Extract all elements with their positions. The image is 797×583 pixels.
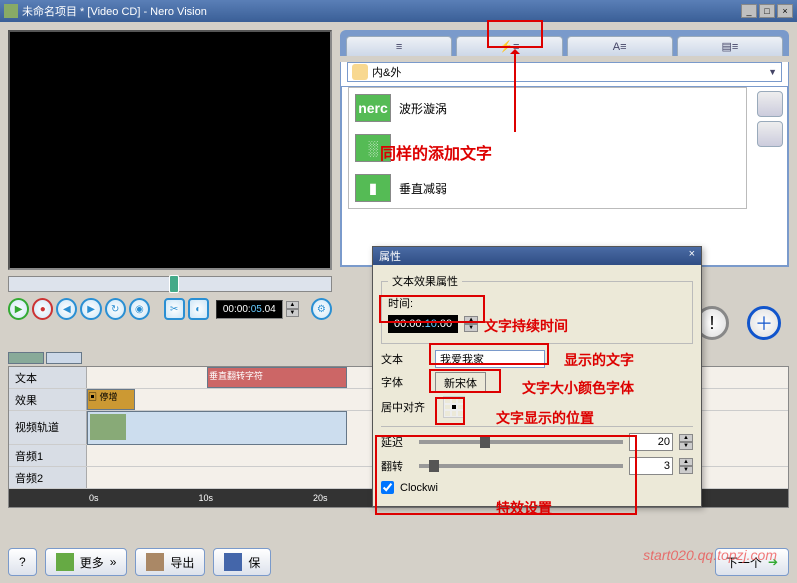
effect-item[interactable]: ▮ 垂直减弱 — [349, 168, 746, 208]
chevron-down-icon: ▼ — [768, 67, 777, 77]
dropdown-label: 内&外 — [372, 64, 401, 80]
minimize-button[interactable]: _ — [741, 4, 757, 18]
effect-item[interactable]: nerc 波形漩涡 — [349, 88, 746, 128]
effects-tabbar: ≡ ⚡≡ A≡ ▤≡ — [340, 30, 789, 56]
tab-text-fx[interactable]: A≡ — [567, 36, 673, 56]
effect-thumb: nerc — [355, 94, 391, 122]
loop-button[interactable]: ↻ — [105, 298, 126, 320]
text-field-label: 文本 — [381, 351, 429, 367]
properties-titlebar[interactable]: 属性 × — [373, 247, 701, 265]
effects-category-dropdown[interactable]: 内&外 ▼ — [347, 62, 782, 82]
annotation-box — [429, 343, 549, 365]
prev-button[interactable]: ◀ — [56, 298, 77, 320]
more-button[interactable]: 更多 » — [45, 548, 128, 576]
font-field-label: 字体 — [381, 374, 429, 390]
effect-label: 波形漩涡 — [399, 100, 447, 117]
tab-transitions[interactable]: ≡ — [346, 36, 452, 56]
watermark: start020.qq.topzj.com — [643, 547, 777, 563]
annotation-text: 文字持续时间 — [484, 316, 568, 336]
add-button[interactable]: ＋ — [747, 306, 781, 340]
effects-list: nerc 波形漩涡 ░ ▮ 垂直减弱 — [341, 86, 788, 266]
tab-templates[interactable]: ▤≡ — [677, 36, 783, 56]
side-btn-2[interactable] — [757, 121, 783, 147]
annotation-box — [379, 295, 485, 323]
video-preview — [8, 30, 332, 270]
play-button[interactable]: ▶ — [8, 298, 29, 320]
fx-clip[interactable]: ▣ 停增 — [87, 389, 135, 410]
marker-button[interactable]: ◐ — [188, 298, 209, 320]
properties-close-button[interactable]: × — [689, 248, 695, 264]
preview-panel: ▶ ● ◀ ▶ ↻ ◉ ✂ ◐ 00:00:05.04 ▲▼ ⚙ — [0, 22, 340, 352]
annotation-arrow — [514, 52, 516, 132]
timeline-tab-1[interactable] — [8, 352, 44, 364]
next-button[interactable]: ▶ — [80, 298, 101, 320]
annotation-box — [435, 397, 465, 425]
annotation-box — [429, 369, 501, 393]
annotation-text: 文字大小颜色字体 — [522, 378, 634, 398]
settings-button[interactable]: ⚙ — [311, 298, 332, 320]
film-icon — [146, 553, 164, 571]
effect-thumb: ▮ — [355, 174, 391, 202]
export-button[interactable]: 导出 — [135, 548, 205, 576]
annotation-text: 文字显示的位置 — [496, 408, 594, 428]
properties-title: 属性 — [379, 248, 401, 264]
properties-panel: 属性 × 文本效果属性 时间: 00:00:10.00 ▲▼ 文本 字体 新宋体… — [372, 246, 702, 507]
picture-icon — [56, 553, 74, 571]
effect-label: 垂直减弱 — [399, 180, 447, 197]
seek-bar[interactable] — [8, 276, 332, 292]
align-label: 居中对齐 — [381, 399, 437, 415]
timecode-spinner[interactable]: ▲▼ — [286, 301, 299, 317]
timeline-tab-2[interactable] — [46, 352, 82, 364]
annotation-text: 显示的文字 — [564, 350, 634, 370]
annotation-text: 特效设置 — [496, 498, 552, 518]
close-button[interactable]: × — [777, 4, 793, 18]
side-btn-1[interactable] — [757, 91, 783, 117]
disk-icon — [224, 553, 242, 571]
record-button[interactable]: ● — [32, 298, 53, 320]
maximize-button[interactable]: □ — [759, 4, 775, 18]
text-clip[interactable]: 垂直翻转字符 — [207, 367, 347, 388]
snapshot-button[interactable]: ◉ — [129, 298, 150, 320]
playhead[interactable] — [169, 275, 179, 293]
cut-button[interactable]: ✂ — [164, 298, 185, 320]
video-clip[interactable] — [87, 411, 347, 445]
save-button[interactable]: 保 — [213, 548, 271, 576]
window-titlebar: 未命名项目 * [Video CD] - Nero Vision _ □ × — [0, 0, 797, 22]
rotate-spinner[interactable]: ▲▼ — [679, 458, 693, 474]
annotation-text: 同样的添加文字 — [380, 140, 492, 164]
help-button[interactable]: ? — [8, 548, 37, 576]
props-group-label: 文本效果属性 — [388, 273, 462, 289]
timecode-display: 00:00:05.04 — [216, 300, 283, 319]
app-icon — [4, 4, 18, 18]
folder-icon — [352, 64, 368, 80]
delay-spinner[interactable]: ▲▼ — [679, 434, 693, 450]
window-title: 未命名项目 * [Video CD] - Nero Vision — [22, 3, 207, 19]
